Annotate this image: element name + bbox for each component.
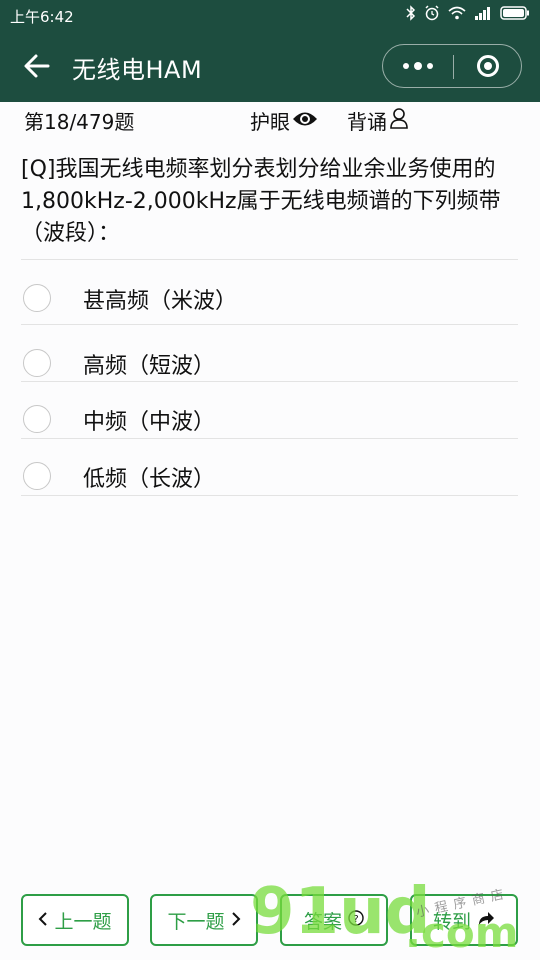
eye-icon xyxy=(292,109,318,133)
page-title: 无线电HAM xyxy=(72,56,203,84)
bluetooth-icon xyxy=(406,5,416,25)
recite-mode-label: 背诵 xyxy=(347,110,387,134)
option-b[interactable]: 高频（短波） xyxy=(21,337,518,393)
alarm-icon xyxy=(424,5,440,25)
next-question-label: 下一题 xyxy=(167,910,225,933)
share-arrow-icon xyxy=(477,909,495,931)
eye-protection-label: 护眼 xyxy=(250,110,290,134)
battery-icon xyxy=(500,6,530,24)
goto-question-label: 转到 xyxy=(432,910,471,933)
recite-mode-toggle[interactable]: 背诵 xyxy=(347,106,409,135)
option-label: 甚高频（米波） xyxy=(83,289,238,314)
question-mark-icon: ? xyxy=(348,909,364,931)
status-time: 上午6:42 xyxy=(10,8,74,26)
nav-bar: 无线电HAM xyxy=(0,30,540,102)
chevron-right-icon xyxy=(231,909,241,931)
option-divider xyxy=(21,495,518,496)
question-divider xyxy=(21,259,518,260)
option-d[interactable]: 低频（长波） xyxy=(21,450,518,506)
back-arrow-icon[interactable] xyxy=(22,48,54,84)
chevron-left-icon xyxy=(38,909,48,931)
radio-button[interactable] xyxy=(23,349,51,377)
close-mini-program-icon[interactable] xyxy=(453,45,523,87)
radio-button[interactable] xyxy=(23,284,51,312)
show-answer-button[interactable]: 答案 ? xyxy=(280,894,388,946)
option-divider xyxy=(21,381,518,382)
question-text: [Q]我国无线电频率划分表划分给业余业务使用的1,800kHz-2,000kHz… xyxy=(21,157,501,246)
question-info-row: 第18/479题 护眼 背诵 xyxy=(0,102,540,138)
radio-button[interactable] xyxy=(23,462,51,490)
signal-icon xyxy=(474,6,492,24)
option-label: 中频（中波） xyxy=(83,410,216,435)
mini-program-capsule xyxy=(382,44,522,88)
show-answer-label: 答案 xyxy=(303,910,342,933)
more-icon[interactable] xyxy=(383,45,453,87)
question-index: 第18/479题 xyxy=(24,110,135,134)
option-label: 低频（长波） xyxy=(83,467,216,492)
eye-protection-toggle[interactable]: 护眼 xyxy=(250,106,318,135)
prev-question-label: 上一题 xyxy=(54,910,112,933)
option-c[interactable]: 中频（中波） xyxy=(21,393,518,449)
option-divider xyxy=(21,438,518,439)
next-question-button[interactable]: 下一题 xyxy=(150,894,258,946)
goto-question-button[interactable]: 转到 xyxy=(410,894,518,946)
option-divider xyxy=(21,324,518,325)
option-label: 高频（短波） xyxy=(83,354,216,379)
status-icons xyxy=(406,5,530,25)
wifi-icon xyxy=(448,6,466,24)
status-bar: 上午6:42 xyxy=(0,0,540,30)
radio-button[interactable] xyxy=(23,405,51,433)
svg-text:?: ? xyxy=(353,914,358,925)
prev-question-button[interactable]: 上一题 xyxy=(21,894,129,946)
user-icon xyxy=(389,107,409,134)
option-a[interactable]: 甚高频（米波） xyxy=(21,272,518,328)
